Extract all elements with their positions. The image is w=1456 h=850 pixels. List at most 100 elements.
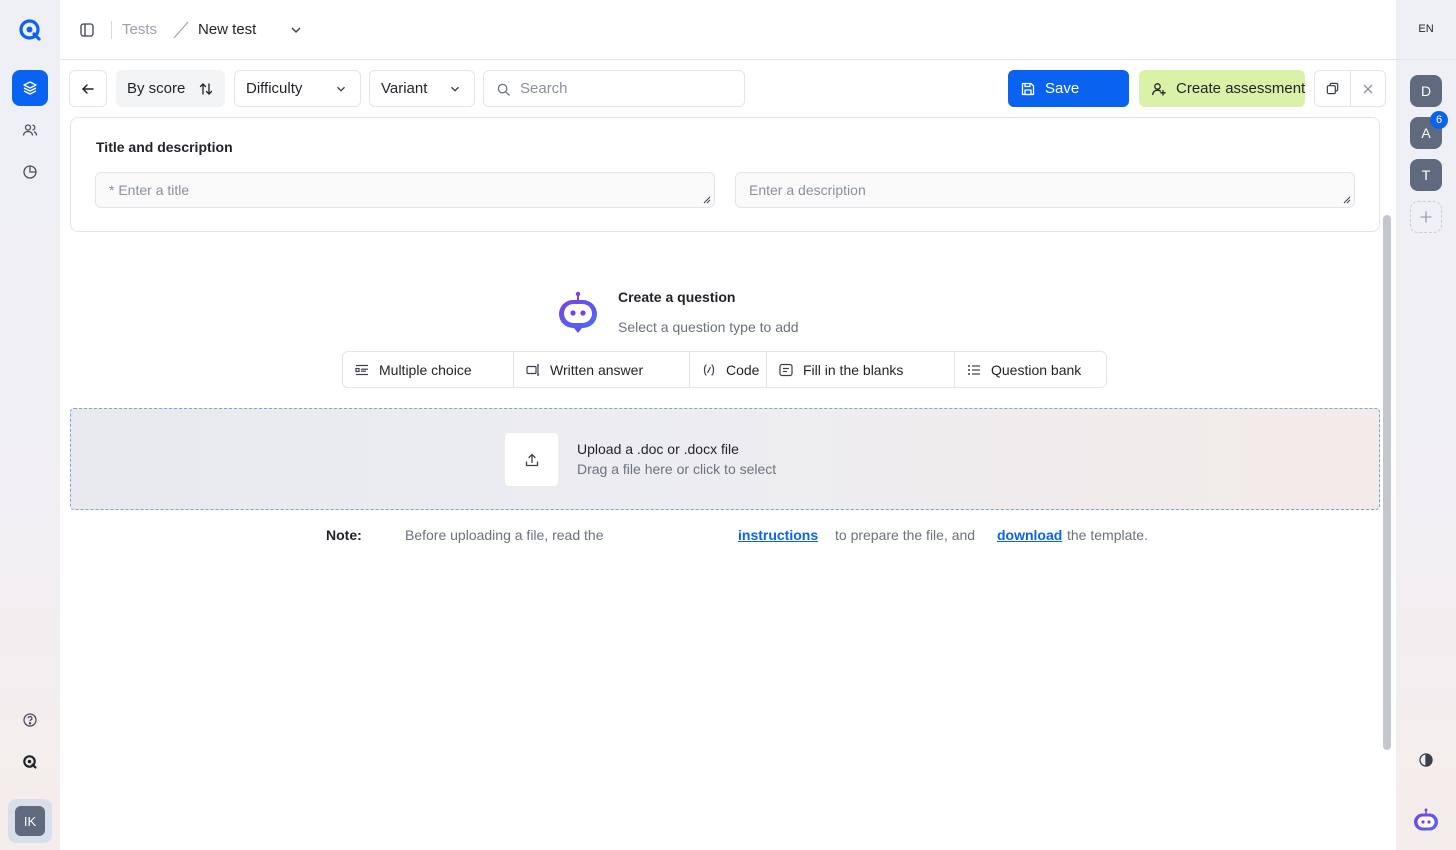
save-button[interactable]: Save bbox=[1008, 70, 1129, 107]
users-nav-button[interactable] bbox=[12, 112, 48, 148]
breadcrumb-separator bbox=[172, 20, 190, 40]
user-plus-icon bbox=[1151, 81, 1167, 97]
floppy-disk-icon bbox=[1020, 81, 1036, 97]
create-assessment-label: Create assessment bbox=[1176, 80, 1306, 97]
sidebar-toggle-icon[interactable] bbox=[79, 22, 95, 38]
help-button[interactable] bbox=[12, 702, 48, 738]
note-text-before: Before uploading a file, read the bbox=[405, 527, 604, 543]
workspace-initial: A bbox=[1421, 125, 1431, 141]
question-type-written-answer[interactable]: Written answer bbox=[513, 352, 689, 387]
create-assessment-button[interactable]: Create assessment bbox=[1139, 70, 1305, 107]
bullet-list-icon bbox=[967, 363, 981, 377]
window-controls bbox=[1314, 70, 1386, 107]
language-switcher[interactable]: EN bbox=[1396, 23, 1456, 35]
search-placeholder: Search bbox=[520, 80, 568, 97]
left-rail: IK bbox=[0, 0, 60, 850]
note-text-after: the template. bbox=[1067, 527, 1148, 543]
create-question-subtitle: Select a question type to add bbox=[618, 319, 799, 335]
question-bank-label: Question bank bbox=[991, 362, 1082, 378]
add-workspace-button[interactable] bbox=[1410, 201, 1442, 233]
question-type-bar: Multiple choice Written answer Code Fill… bbox=[342, 351, 1107, 388]
description-placeholder: Enter a description bbox=[749, 182, 866, 198]
save-label: Save bbox=[1045, 80, 1080, 97]
file-dropzone[interactable]: Upload a .doc or .docx file Drag a file … bbox=[70, 408, 1380, 510]
workspace-initial: D bbox=[1420, 83, 1432, 99]
duplicate-button[interactable] bbox=[1315, 71, 1350, 106]
contrast-icon bbox=[1418, 752, 1434, 768]
robot-assistant-icon bbox=[1412, 808, 1440, 834]
theme-toggle-button[interactable] bbox=[1414, 748, 1438, 772]
resize-grip-icon[interactable] bbox=[1343, 196, 1351, 204]
variant-label: Variant bbox=[381, 80, 428, 97]
variant-dropdown[interactable]: Variant bbox=[369, 70, 475, 107]
upload-button[interactable] bbox=[505, 433, 558, 486]
close-icon bbox=[1362, 83, 1374, 95]
analytics-nav-button[interactable] bbox=[12, 154, 48, 190]
chevron-down-icon bbox=[334, 82, 348, 96]
search-icon bbox=[496, 82, 511, 97]
app-logo-icon[interactable] bbox=[18, 18, 42, 42]
robot-assistant-icon bbox=[555, 290, 601, 336]
user-menu-button[interactable]: IK bbox=[8, 799, 52, 843]
copy-icon bbox=[1325, 81, 1340, 96]
user-avatar: IK bbox=[15, 806, 45, 836]
fill-blanks-label: Fill in the blanks bbox=[803, 362, 904, 378]
note-text-middle: to prepare the file, and bbox=[835, 527, 976, 543]
title-placeholder: * Enter a title bbox=[109, 182, 190, 198]
arrow-left-icon bbox=[80, 81, 96, 97]
resize-grip-icon[interactable] bbox=[703, 196, 711, 204]
content-scrollbar[interactable] bbox=[1383, 215, 1391, 750]
workspace-avatar-a[interactable]: A 6 bbox=[1410, 111, 1448, 149]
multiple-choice-label: Multiple choice bbox=[379, 362, 472, 378]
help-circle-icon bbox=[22, 712, 38, 728]
workspace-initial: T bbox=[1421, 167, 1431, 183]
upload-icon bbox=[524, 452, 540, 468]
chevron-down-icon bbox=[448, 82, 462, 96]
layers-icon bbox=[22, 80, 38, 96]
code-icon bbox=[702, 363, 716, 377]
download-template-link[interactable]: download bbox=[997, 527, 1062, 543]
search-input[interactable]: Search bbox=[483, 70, 745, 107]
instructions-link[interactable]: instructions bbox=[738, 527, 818, 543]
pen-line-icon bbox=[526, 363, 540, 377]
breadcrumb-divider bbox=[111, 21, 112, 39]
sort-label: By score bbox=[127, 80, 186, 97]
pie-chart-icon bbox=[22, 164, 38, 180]
description-input[interactable]: Enter a description bbox=[735, 172, 1355, 208]
create-question-title: Create a question bbox=[618, 289, 736, 305]
notification-badge: 6 bbox=[1430, 111, 1448, 129]
question-type-question-bank[interactable]: Question bank bbox=[954, 352, 1106, 387]
title-input[interactable]: * Enter a title bbox=[95, 172, 715, 208]
back-button[interactable] bbox=[69, 70, 107, 107]
code-label: Code bbox=[726, 362, 760, 378]
plus-icon bbox=[1419, 210, 1433, 224]
top-bar: Tests New test bbox=[60, 0, 1396, 60]
note-label: Note: bbox=[326, 527, 362, 543]
tests-nav-button[interactable] bbox=[12, 70, 48, 106]
difficulty-dropdown[interactable]: Difficulty bbox=[234, 70, 361, 107]
breadcrumb-current: New test bbox=[198, 21, 257, 38]
assistant-button[interactable] bbox=[1410, 808, 1442, 834]
question-type-code[interactable]: Code bbox=[689, 352, 766, 387]
list-lines-icon bbox=[355, 363, 369, 377]
close-button[interactable] bbox=[1349, 71, 1385, 106]
card-heading: Title and description bbox=[96, 139, 233, 155]
workspace-avatar-t[interactable]: T bbox=[1410, 159, 1442, 191]
question-type-multiple-choice[interactable]: Multiple choice bbox=[343, 352, 513, 387]
written-answer-label: Written answer bbox=[550, 362, 644, 378]
right-rail: EN D A 6 T bbox=[1396, 0, 1456, 850]
breadcrumb-tests-link[interactable]: Tests bbox=[122, 21, 157, 38]
upload-subtitle: Drag a file here or click to select bbox=[577, 461, 777, 477]
workspace-avatar-d[interactable]: D bbox=[1410, 75, 1442, 107]
sort-arrows-icon bbox=[198, 81, 214, 97]
difficulty-label: Difficulty bbox=[246, 80, 303, 97]
chevron-down-icon[interactable] bbox=[288, 22, 304, 38]
title-description-card: Title and description * Enter a title En… bbox=[70, 117, 1380, 232]
sort-by-score-button[interactable]: By score bbox=[116, 70, 225, 107]
upload-title: Upload a .doc or .docx file bbox=[577, 441, 739, 457]
brand-mini-logo-icon bbox=[22, 754, 38, 770]
users-icon bbox=[22, 122, 38, 138]
brand-link-button[interactable] bbox=[12, 744, 48, 780]
form-fill-icon bbox=[779, 363, 793, 377]
question-type-fill-blanks[interactable]: Fill in the blanks bbox=[766, 352, 954, 387]
